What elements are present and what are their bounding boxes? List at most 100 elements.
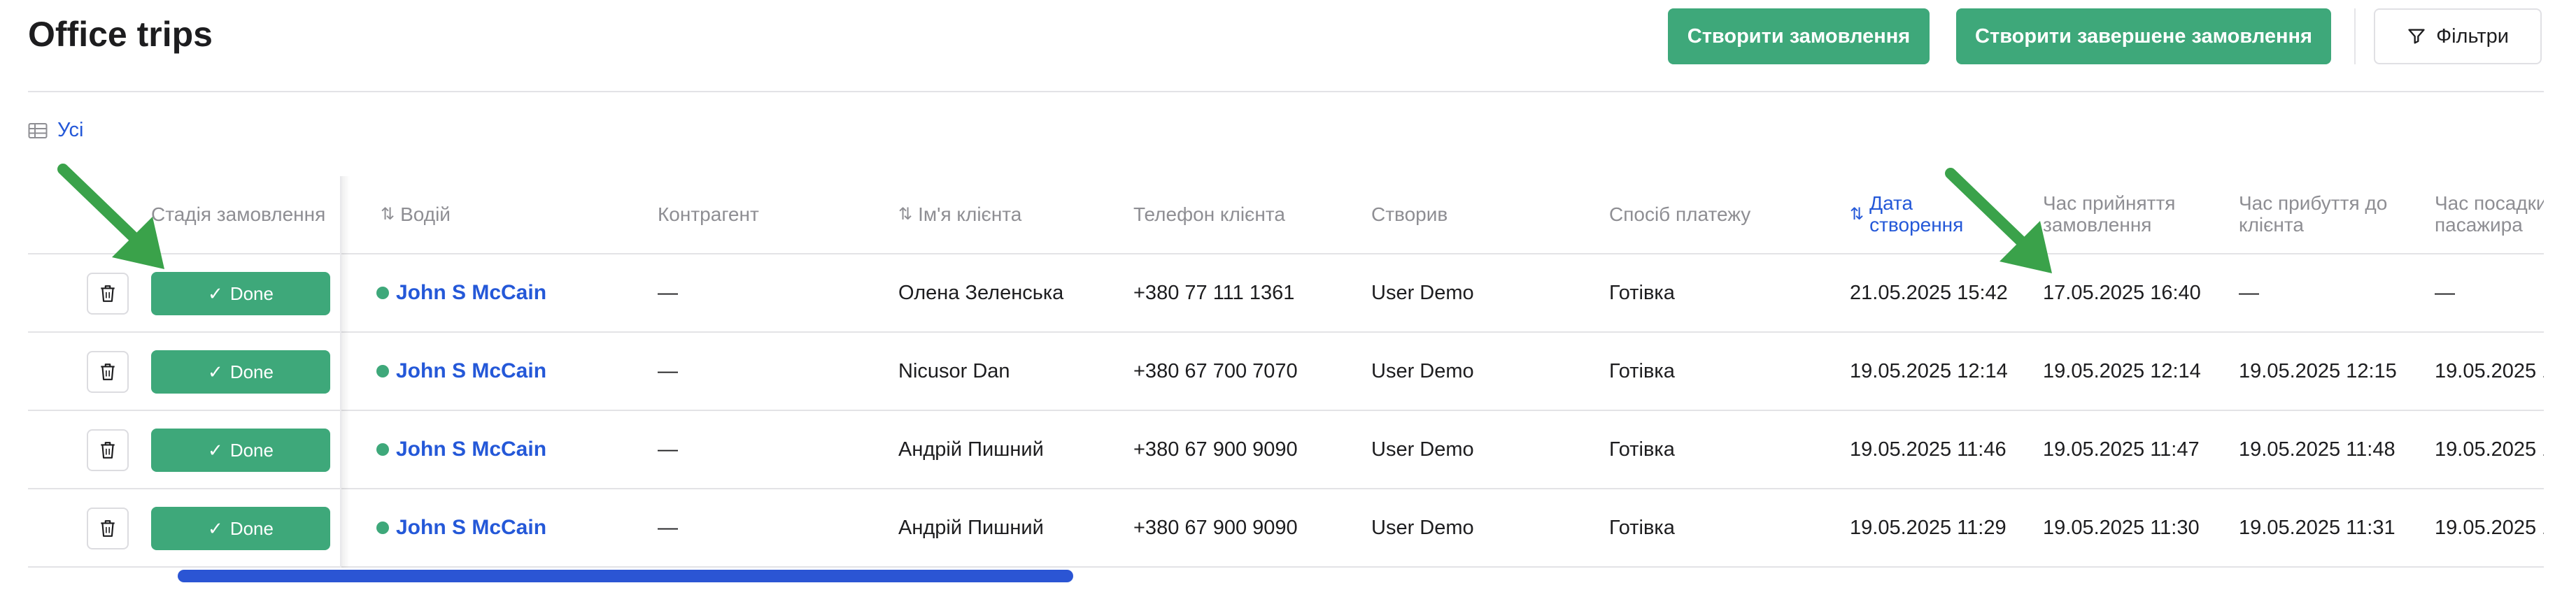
payment-method-cell: Готівка: [1609, 359, 1675, 382]
header-arrival-time[interactable]: Час прибуття до клієнта: [2239, 176, 2421, 253]
header-client-name[interactable]: ⇅ Ім'я клієнта: [898, 176, 1021, 253]
create-order-button[interactable]: Створити замовлення: [1668, 8, 1930, 64]
counterparty-cell: —: [658, 281, 678, 304]
boarding-time-cell: 19.05.2025 12:15: [2435, 359, 2544, 382]
client-phone-cell: +380 67 700 7070: [1133, 359, 1298, 382]
counterparty-cell: —: [658, 359, 678, 382]
client-name-cell: Олена Зеленська: [898, 281, 1064, 304]
stage-badge[interactable]: ✓ Done: [151, 507, 330, 550]
counterparty-cell: —: [658, 438, 678, 461]
online-status-dot: [376, 522, 389, 534]
online-status-dot: [376, 365, 389, 377]
check-icon: ✓: [208, 439, 223, 461]
client-name-cell: Андрій Пишний: [898, 438, 1044, 461]
client-phone-cell: +380 77 111 1361: [1133, 281, 1295, 304]
created-date-cell: 19.05.2025 11:46: [1850, 438, 2007, 461]
header-divider: [28, 91, 2544, 92]
sort-icon: ⇅: [1850, 204, 1864, 224]
horizontal-scrollbar[interactable]: [178, 570, 1073, 582]
header-client-phone[interactable]: Телефон клієнта: [1133, 176, 1285, 253]
driver-name: John S McCain: [396, 359, 547, 382]
sticky-column-shadow: [340, 176, 350, 568]
trash-icon: [101, 364, 115, 380]
arrival-time-cell: 19.05.2025 12:15: [2239, 359, 2397, 382]
view-all-link[interactable]: Усі: [28, 119, 83, 142]
driver-name: John S McCain: [396, 438, 547, 461]
arrival-time-cell: —: [2239, 281, 2259, 304]
annotation-arrow-icon: [1945, 168, 2052, 273]
trash-icon: [101, 520, 115, 537]
counterparty-cell: —: [658, 516, 678, 539]
boarding-time-cell: 19.05.2025 11:48: [2435, 438, 2544, 461]
delete-button[interactable]: [87, 351, 129, 393]
page-title: Office trips: [28, 15, 213, 54]
accept-time-cell: 19.05.2025 11:30: [2043, 516, 2200, 539]
create-completed-order-button[interactable]: Створити завершене замовлення: [1956, 8, 2331, 64]
sticky-column-divider: [340, 176, 341, 568]
orders-table: Стадія замовлення ⇅ Водій Контрагент ⇅ І…: [28, 176, 2544, 575]
header-boarding-time[interactable]: Час посадки пасажира: [2435, 176, 2544, 253]
header-counterparty[interactable]: Контрагент: [658, 176, 759, 253]
table-row[interactable]: ✓ Done John S McCain — Олена Зеленська +…: [28, 254, 2544, 333]
check-icon: ✓: [208, 517, 223, 539]
table-header-row: Стадія замовлення ⇅ Водій Контрагент ⇅ І…: [28, 176, 2544, 254]
accept-time-cell: 19.05.2025 11:47: [2043, 438, 2200, 461]
created-date-cell: 19.05.2025 12:14: [1850, 359, 2008, 382]
annotation-arrow-icon: [57, 164, 164, 269]
header-stage[interactable]: Стадія замовлення: [151, 176, 333, 253]
filters-button[interactable]: Фільтри: [2374, 8, 2542, 64]
header-driver[interactable]: ⇅ Водій: [381, 176, 451, 253]
boarding-time-cell: —: [2435, 281, 2455, 304]
driver-name: John S McCain: [396, 281, 547, 304]
table-row[interactable]: ✓ Done John S McCain — Андрій Пишний +38…: [28, 489, 2544, 568]
table-icon: [28, 122, 48, 138]
created-by-cell: User Demo: [1371, 516, 1474, 539]
created-by-cell: User Demo: [1371, 359, 1474, 382]
created-by-cell: User Demo: [1371, 281, 1474, 304]
delete-button[interactable]: [87, 429, 129, 471]
stage-badge[interactable]: ✓ Done: [151, 350, 330, 394]
payment-method-cell: Готівка: [1609, 281, 1675, 304]
stage-label: Done: [229, 517, 274, 539]
header-driver-label: Водій: [400, 203, 451, 225]
delete-button[interactable]: [87, 508, 129, 549]
header-payment-method[interactable]: Спосіб платежу: [1609, 176, 1750, 253]
sort-icon: ⇅: [898, 204, 913, 224]
client-phone-cell: +380 67 900 9090: [1133, 438, 1298, 461]
payment-method-cell: Готівка: [1609, 438, 1675, 461]
driver-link[interactable]: John S McCain: [376, 333, 546, 410]
toolbar-divider: [2354, 8, 2356, 64]
trash-icon: [101, 442, 115, 459]
client-name-cell: Nicusor Dan: [898, 359, 1010, 382]
stage-label: Done: [229, 361, 274, 382]
stage-label: Done: [229, 282, 274, 304]
table-row[interactable]: ✓ Done John S McCain — Андрій Пишний +38…: [28, 411, 2544, 489]
driver-name: John S McCain: [396, 516, 547, 539]
driver-link[interactable]: John S McCain: [376, 411, 546, 488]
stage-label: Done: [229, 439, 274, 461]
online-status-dot: [376, 287, 389, 299]
arrival-time-cell: 19.05.2025 11:48: [2239, 438, 2395, 461]
filter-icon: [2408, 29, 2425, 44]
boarding-time-cell: 19.05.2025 11:31: [2435, 516, 2544, 539]
driver-link[interactable]: John S McCain: [376, 254, 546, 331]
accept-time-cell: 17.05.2025 16:40: [2043, 281, 2201, 304]
stage-badge[interactable]: ✓ Done: [151, 272, 330, 315]
sort-icon: ⇅: [381, 204, 395, 224]
view-all-label: Усі: [57, 119, 84, 141]
driver-link[interactable]: John S McCain: [376, 489, 546, 566]
payment-method-cell: Готівка: [1609, 516, 1675, 539]
header-client-name-label: Ім'я клієнта: [918, 203, 1022, 225]
created-by-cell: User Demo: [1371, 438, 1474, 461]
stage-badge[interactable]: ✓ Done: [151, 429, 330, 472]
client-name-cell: Андрій Пишний: [898, 516, 1044, 539]
header-created-by[interactable]: Створив: [1371, 176, 1448, 253]
accept-time-cell: 19.05.2025 12:14: [2043, 359, 2201, 382]
table-row[interactable]: ✓ Done John S McCain — Nicusor Dan +380 …: [28, 333, 2544, 411]
created-date-cell: 19.05.2025 11:29: [1850, 516, 2007, 539]
check-icon: ✓: [208, 361, 223, 382]
check-icon: ✓: [208, 282, 223, 304]
online-status-dot: [376, 443, 389, 456]
client-phone-cell: +380 67 900 9090: [1133, 516, 1298, 539]
header-accept-time[interactable]: Час прийняття замовлення: [2043, 176, 2232, 253]
